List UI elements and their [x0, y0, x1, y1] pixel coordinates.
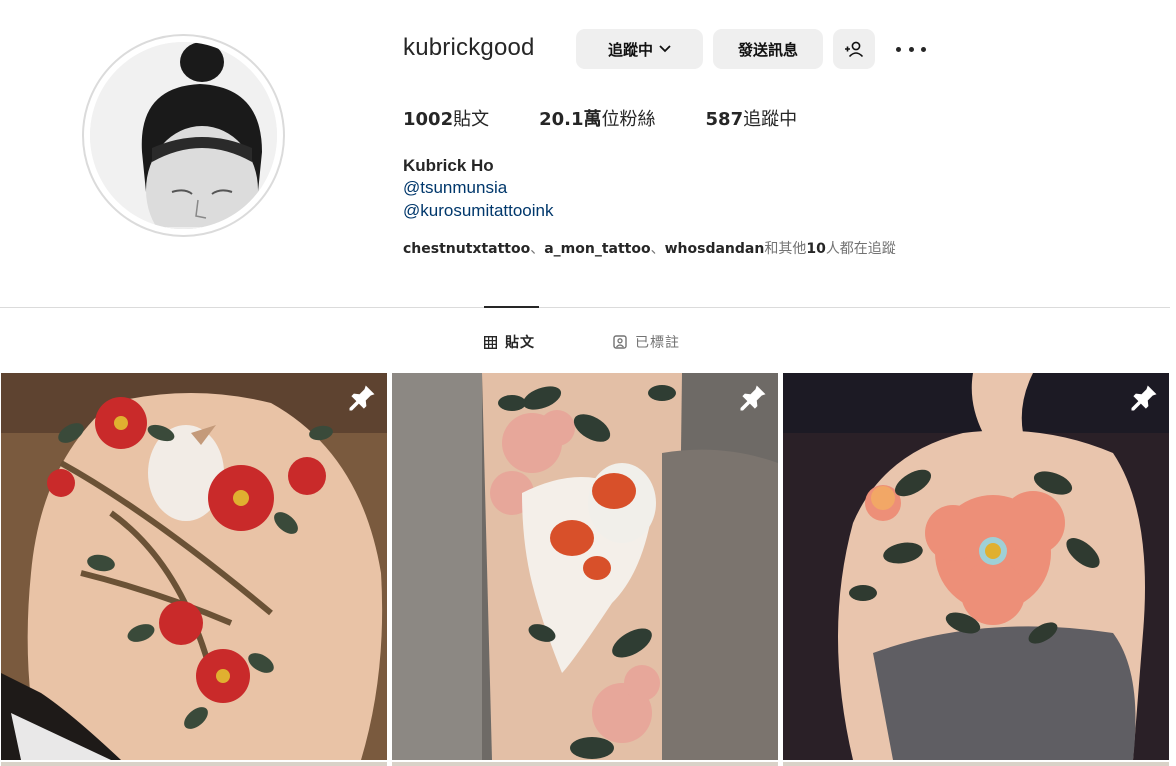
grid-icon — [484, 335, 497, 349]
profile-avatar[interactable] — [82, 34, 285, 237]
next-row-thumbnail[interactable] — [392, 762, 778, 766]
followed-by-user: whosdandan — [664, 241, 765, 257]
suggested-accounts-button[interactable] — [833, 29, 875, 69]
tab-posts[interactable]: 貼文 — [484, 332, 535, 352]
profile-divider — [0, 307, 1170, 308]
tab-tagged-label: 已標註 — [635, 335, 680, 351]
followed-by-suffix-end: 人都在追蹤 — [825, 241, 896, 257]
avatar-image — [90, 42, 277, 229]
followed-by-others-count: 10 — [806, 241, 826, 257]
pinned-icon — [1131, 385, 1157, 411]
more-dot-icon — [908, 46, 914, 52]
following-stat[interactable]: 587追蹤中 — [706, 105, 798, 131]
followed-by-suffix: 和其他 — [764, 241, 807, 257]
posts-count: 1002 — [403, 109, 454, 130]
more-dot-icon — [896, 46, 901, 52]
posts-stat-label: 貼文 — [453, 109, 490, 130]
tab-tagged[interactable]: 已標註 — [613, 332, 680, 352]
next-row-thumbnail[interactable] — [1, 762, 387, 766]
posts-stat: 1002貼文 — [403, 105, 489, 131]
followed-by-user: chestnutxtattoo — [403, 241, 531, 257]
following-stat-label: 追蹤中 — [743, 109, 798, 130]
post-image-2 — [392, 373, 778, 760]
following-button-label: 追蹤中 — [607, 40, 653, 59]
add-person-icon — [845, 41, 864, 58]
followed-by-separator: 、 — [650, 241, 665, 257]
profile-username: kubrickgood — [403, 34, 535, 61]
send-message-button[interactable]: 發送訊息 — [713, 29, 823, 69]
followed-by-separator: 、 — [530, 241, 545, 257]
bio-link-kurosumitattooink[interactable]: @kurosumitattooink — [403, 201, 554, 221]
send-message-label: 發送訊息 — [737, 40, 798, 59]
more-options-button[interactable] — [896, 38, 926, 60]
post-thumbnail-1[interactable] — [1, 373, 387, 760]
post-thumbnail-3[interactable] — [783, 373, 1169, 760]
pinned-icon — [349, 385, 375, 411]
followers-stat[interactable]: 20.1萬位粉絲 — [539, 105, 655, 131]
more-dot-icon — [921, 46, 926, 52]
post-image-3 — [783, 373, 1169, 760]
followed-by-text[interactable]: chestnutxtattoo、a_mon_tattoo、whosdandan和… — [403, 238, 896, 258]
profile-stats: 1002貼文 20.1萬位粉絲 587追蹤中 — [403, 105, 847, 131]
chevron-down-icon — [659, 45, 671, 53]
post-thumbnail-2[interactable] — [392, 373, 778, 760]
followers-count: 20.1萬 — [539, 109, 602, 130]
tagged-icon — [613, 335, 627, 349]
profile-full-name: Kubrick Ho — [403, 156, 494, 175]
followers-stat-label: 位粉絲 — [601, 109, 656, 130]
pinned-icon — [740, 385, 766, 411]
active-tab-indicator — [484, 306, 539, 308]
following-count: 587 — [705, 109, 744, 130]
bio-link-tsunmunsia[interactable]: @tsunmunsia — [403, 178, 507, 198]
following-button[interactable]: 追蹤中 — [576, 29, 703, 69]
post-image-1 — [1, 373, 387, 760]
followed-by-user: a_mon_tattoo — [544, 241, 651, 257]
tab-posts-label: 貼文 — [505, 335, 535, 351]
next-row-thumbnail[interactable] — [783, 762, 1169, 766]
